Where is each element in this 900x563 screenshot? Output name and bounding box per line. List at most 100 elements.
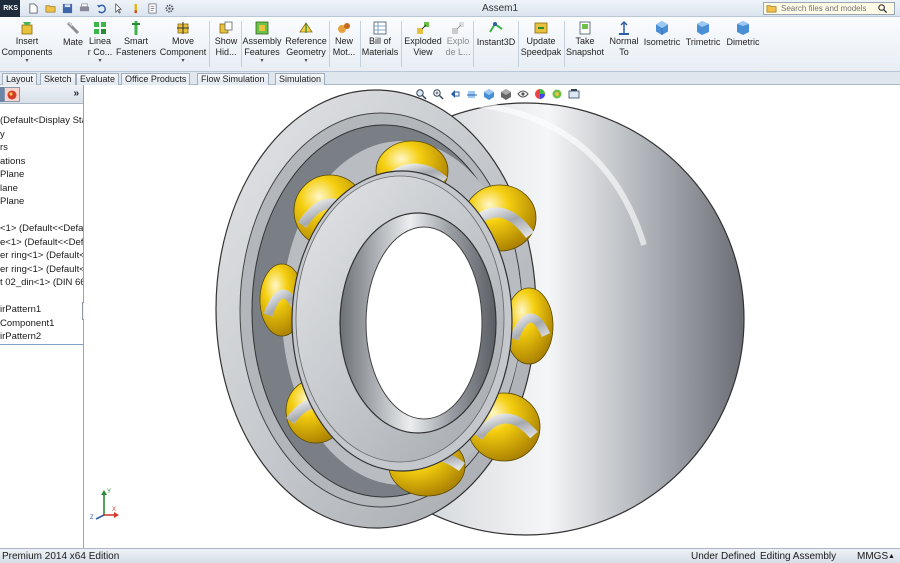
panel-expand-button[interactable]: » <box>73 88 79 99</box>
unit-system-arrow-icon[interactable]: ▲ <box>888 551 895 563</box>
rebuild-icon[interactable] <box>128 1 143 16</box>
open-folder-icon[interactable] <box>43 1 58 16</box>
new-document-icon[interactable] <box>26 1 41 16</box>
reference-geometry-label: Reference <box>285 36 327 46</box>
mate-icon <box>65 20 81 36</box>
solidworks-window: RKS Assem1 Search files and models Inser… <box>0 0 900 563</box>
smart-fasteners-icon <box>128 20 144 36</box>
trimetric-icon <box>695 20 711 36</box>
linear-pattern-icon <box>92 20 108 36</box>
explode-line-icon <box>450 20 466 36</box>
tab-office-products[interactable]: Office Products <box>121 73 191 85</box>
isometric-icon <box>654 20 670 36</box>
tree-item-component[interactable]: e<1> (Default<<Def <box>0 236 83 249</box>
insert-components-label: Insert <box>15 36 39 46</box>
smart-fasteners-label: Smart <box>123 36 148 46</box>
insert-components-label-2: Components <box>1 47 53 57</box>
reference-geometry-dropdown-arrow[interactable]: ▾ <box>304 58 307 64</box>
tree-item-pattern[interactable]: irPattern1 <box>0 303 83 316</box>
reference-geometry-button[interactable]: Reference Geometry ▾ <box>284 19 328 71</box>
tree-item-front-plane[interactable]: Plane <box>0 168 83 181</box>
ball-bearing-model[interactable] <box>84 85 900 548</box>
new-motion-study-button[interactable]: New Mot... <box>330 19 358 71</box>
triad-y-label: Y <box>107 489 111 495</box>
tab-evaluate[interactable]: Evaluate <box>76 73 120 85</box>
new-motion-label-2: Mot... <box>332 47 356 57</box>
update-speedpak-button[interactable]: Update Speedpak <box>519 19 563 71</box>
select-pointer-icon[interactable] <box>111 1 126 16</box>
move-component-icon <box>175 20 191 36</box>
graphics-area[interactable]: Y Z X <box>84 85 900 548</box>
linear-pattern-button[interactable]: Linea r Co... ▾ <box>86 19 114 71</box>
smart-fasteners-label-2: Fasteners <box>115 47 157 57</box>
assembly-features-dropdown-arrow[interactable]: ▾ <box>260 58 263 64</box>
command-manager-tabs: Layout Sketch Evaluate Office Products F… <box>0 72 900 85</box>
insert-components-dropdown-arrow[interactable]: ▾ <box>25 58 28 64</box>
update-speedpak-icon <box>533 20 549 36</box>
tree-item-top-plane[interactable]: lane <box>0 182 83 195</box>
assembly-features-button[interactable]: Assembly Features ▾ <box>242 19 282 71</box>
show-hidden-icon <box>218 20 234 36</box>
smart-fasteners-button[interactable]: Smart Fasteners <box>116 19 156 71</box>
bill-of-materials-icon <box>372 20 388 36</box>
file-properties-icon[interactable] <box>145 1 160 16</box>
app-logo[interactable]: RKS <box>0 0 20 17</box>
show-hidden-label-2: Hid... <box>215 47 237 57</box>
take-snapshot-button[interactable]: Take Snapshot <box>565 19 605 71</box>
linear-pattern-label: Linea <box>88 36 112 46</box>
exploded-view-button[interactable]: Exploded View <box>403 19 443 71</box>
update-speedpak-label: Update <box>526 36 556 46</box>
normal-to-button[interactable]: Normal To <box>606 19 642 71</box>
tree-item-component[interactable]: er ring<1> (Default< <box>0 249 83 262</box>
rollback-bar[interactable] <box>0 344 83 345</box>
tree-item-pattern[interactable]: irPattern2 <box>0 330 83 343</box>
assembly-features-label-2: Features <box>244 47 280 57</box>
reference-geometry-label-2: Geometry <box>286 47 326 57</box>
status-bar: Premium 2014 x64 Edition Under Defined E… <box>0 548 900 563</box>
isometric-view-button[interactable]: Isometric <box>642 19 682 71</box>
tab-layout[interactable]: Layout <box>2 73 38 85</box>
linear-pattern-dropdown-arrow[interactable]: ▾ <box>98 58 101 64</box>
tree-item-component[interactable]: <1> (Default<<Defa <box>0 222 83 235</box>
instant3d-icon <box>488 20 504 36</box>
tab-flow-simulation[interactable]: Flow Simulation <box>197 73 269 85</box>
new-motion-label: New <box>334 36 353 46</box>
tree-item-component[interactable]: er ring<1> (Default< <box>0 263 83 276</box>
exploded-view-label-2: View <box>413 47 433 57</box>
search-input[interactable] <box>777 3 875 14</box>
tree-item-sensors[interactable]: rs <box>0 141 83 154</box>
tree-item-right-plane[interactable]: Plane <box>0 195 83 208</box>
tab-simulation[interactable]: Simulation <box>275 73 326 85</box>
insert-components-button[interactable]: Insert Components ▾ <box>1 19 53 71</box>
dimetric-label: Dimetric <box>726 37 760 47</box>
tree-item-annotations[interactable]: ations <box>0 155 83 168</box>
tree-item-component[interactable]: t 02_din<1> (DIN 66 <box>0 276 83 289</box>
take-snapshot-icon <box>577 20 593 36</box>
tree-item-pattern[interactable]: Component1 <box>0 317 83 330</box>
dimetric-view-button[interactable]: Dimetric <box>724 19 762 71</box>
reference-geometry-icon <box>298 20 314 36</box>
unit-system-button[interactable]: MMGS <box>857 551 888 563</box>
save-icon[interactable] <box>60 1 75 16</box>
show-hidden-button[interactable]: Show Hid... <box>212 19 240 71</box>
display-manager-tab[interactable] <box>4 87 20 102</box>
tree-item-history[interactable]: y <box>0 128 83 141</box>
instant3d-button[interactable]: Instant3D <box>475 19 517 71</box>
mate-button[interactable]: Mate <box>60 19 86 71</box>
print-icon[interactable] <box>77 1 92 16</box>
tree-item-assembly[interactable]: (Default<Display Sta <box>0 114 83 127</box>
take-snapshot-label: Take <box>575 36 595 46</box>
search-folder-icon[interactable] <box>766 3 777 14</box>
move-component-button[interactable]: Move Component ▾ <box>160 19 206 71</box>
undo-icon[interactable] <box>94 1 109 16</box>
product-edition-text: Premium 2014 x64 Edition <box>2 551 120 562</box>
search-icon[interactable] <box>877 3 888 14</box>
bill-of-materials-button[interactable]: Bill of Materials <box>361 19 399 71</box>
insert-components-icon <box>19 20 35 36</box>
tab-sketch[interactable]: Sketch <box>40 73 76 85</box>
window-title: Assem1 <box>481 3 519 14</box>
options-gear-icon[interactable] <box>162 1 177 16</box>
definition-status: Under Defined <box>691 551 756 562</box>
trimetric-view-button[interactable]: Trimetric <box>683 19 723 71</box>
move-component-dropdown-arrow[interactable]: ▾ <box>181 58 184 64</box>
